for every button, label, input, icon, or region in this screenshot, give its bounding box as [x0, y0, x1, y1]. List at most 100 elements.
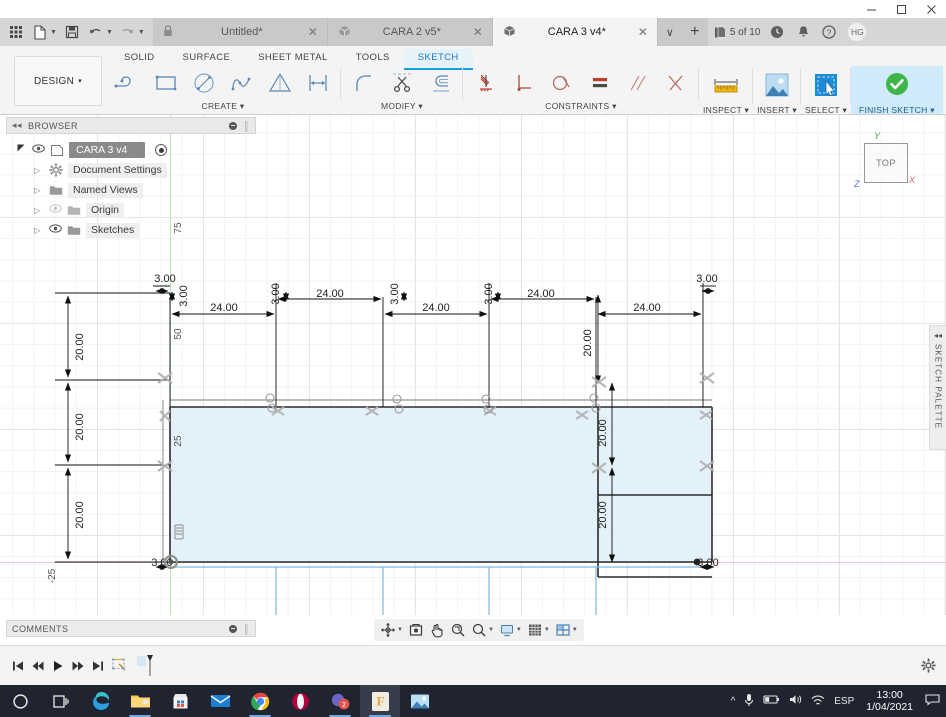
circle-icon[interactable] [185, 66, 223, 100]
sketch-palette-tab[interactable]: ◂◂ SKETCH PALETTE [929, 325, 946, 450]
line-icon[interactable] [109, 66, 147, 100]
new-document-caret-icon[interactable]: ▼ [50, 29, 57, 36]
browser-header[interactable]: ◂◂ BROWSER ║ [6, 117, 256, 134]
browser-item-named-views[interactable]: ▷ Named Views [6, 180, 256, 200]
pan-icon[interactable] [427, 620, 447, 640]
measure-icon[interactable] [706, 66, 746, 104]
sketch-canvas[interactable]: 24.00 24.00 24.00 24.00 24.00 20.00 20.0… [0, 115, 946, 615]
spline-icon[interactable] [223, 66, 261, 100]
tangent-icon[interactable] [543, 66, 581, 100]
slot-icon[interactable] [299, 66, 337, 100]
new-document-icon[interactable] [29, 19, 51, 45]
microphone-icon[interactable] [743, 693, 755, 710]
chevron-down-icon[interactable]: ▼ [516, 627, 522, 633]
zoom-window-icon[interactable] [448, 620, 468, 640]
panel-resize-handle[interactable]: ║ [243, 624, 250, 634]
wifi-icon[interactable] [811, 693, 826, 709]
close-icon[interactable]: ✕ [472, 25, 484, 39]
close-icon[interactable]: ✕ [307, 25, 319, 39]
teams-icon[interactable]: 2 [320, 685, 360, 717]
opera-icon[interactable] [280, 685, 320, 717]
edge-icon[interactable] [80, 685, 120, 717]
job-status-icon[interactable] [765, 18, 789, 46]
grid-snap-icon[interactable]: ▼ [525, 620, 552, 640]
step-back-icon[interactable] [28, 655, 48, 677]
dimension-icon[interactable] [467, 66, 505, 100]
green-check-icon[interactable] [877, 66, 917, 104]
browser-options-icon[interactable] [229, 121, 238, 130]
coincident-icon[interactable] [657, 66, 695, 100]
workspace-selector[interactable]: DESIGN ▾ [14, 56, 102, 106]
parallel-icon[interactable] [619, 66, 657, 100]
bell-icon[interactable] [791, 18, 815, 46]
mail-icon[interactable] [200, 685, 240, 717]
eye-icon[interactable] [32, 144, 45, 156]
clock[interactable]: 13:00 1/04/2021 [862, 689, 917, 713]
play-icon[interactable] [48, 655, 68, 677]
equal-icon[interactable] [581, 66, 619, 100]
expand-triangle-icon[interactable] [16, 143, 27, 157]
close-button[interactable] [916, 0, 946, 18]
perpendicular-icon[interactable] [505, 66, 543, 100]
viewport-layout-icon[interactable]: ▼ [553, 620, 580, 640]
polygon-icon[interactable] [261, 66, 299, 100]
comments-panel[interactable]: COMMENTS ║ [6, 620, 256, 637]
comments-options-icon[interactable] [229, 624, 238, 633]
trim-icon[interactable] [383, 66, 421, 100]
start-icon[interactable] [0, 685, 40, 717]
eye-icon[interactable] [49, 224, 62, 236]
expand-arrow-icon[interactable]: ▷ [34, 166, 44, 175]
sketch-feature-icon[interactable] [108, 655, 134, 677]
show-hidden-icons-icon[interactable]: ^ [731, 696, 736, 707]
skip-to-end-icon[interactable] [88, 655, 108, 677]
undo-caret-icon[interactable]: ▼ [106, 29, 113, 36]
grid-apps-icon[interactable] [5, 19, 27, 45]
new-tab-button[interactable]: + [681, 18, 708, 46]
maximize-button[interactable] [886, 0, 916, 18]
document-tab-cara3[interactable]: CARA 3 v4* ✕ [492, 18, 658, 46]
step-forward-icon[interactable] [68, 655, 88, 677]
look-at-icon[interactable] [406, 620, 426, 640]
rectangle-icon[interactable] [147, 66, 185, 100]
orbit-icon[interactable]: ▼ [378, 620, 405, 640]
display-settings-icon[interactable]: ▼ [497, 620, 524, 640]
tab-overflow-chevron-icon[interactable]: ∨ [657, 18, 682, 46]
photos-icon[interactable] [400, 685, 440, 717]
minimize-button[interactable] [856, 0, 886, 18]
skip-to-start-icon[interactable] [8, 655, 28, 677]
document-tab-untitled[interactable]: Untitled* ✕ [152, 18, 328, 46]
chrome-icon[interactable] [240, 685, 280, 717]
ribbon-group-finish-sketch[interactable]: FINISH SKETCH ▾ [851, 66, 943, 115]
chevron-down-icon[interactable]: ▼ [572, 627, 578, 633]
chevron-down-icon[interactable]: ▼ [544, 627, 550, 633]
volume-icon[interactable] [788, 693, 803, 709]
task-view-icon[interactable] [40, 685, 80, 717]
browser-item-origin[interactable]: ▷ Origin [6, 200, 256, 220]
action-center-icon[interactable] [925, 693, 940, 709]
document-tab-cara2[interactable]: CARA 2 v5* ✕ [327, 18, 493, 46]
avatar[interactable]: HG [847, 22, 868, 42]
browser-item-document-settings[interactable]: ▷ Document Settings [6, 160, 256, 180]
fillet-icon[interactable] [345, 66, 383, 100]
collapse-icon[interactable]: ◂◂ [934, 331, 942, 340]
eye-icon[interactable] [49, 204, 62, 216]
marker-icon[interactable] [134, 654, 156, 677]
microsoft-store-icon[interactable] [160, 685, 200, 717]
timeline-settings-gear-icon[interactable] [918, 655, 938, 677]
chevron-down-icon[interactable]: ▼ [488, 627, 494, 633]
collapse-icon[interactable]: ◂◂ [12, 120, 22, 131]
language-indicator[interactable]: ESP [834, 696, 854, 707]
help-icon[interactable]: ? [817, 18, 841, 46]
browser-item-cara3[interactable]: CARA 3 v4 [6, 140, 256, 160]
view-cube[interactable]: TOP Y X Z [852, 131, 916, 197]
redo-icon[interactable] [117, 19, 139, 45]
expand-arrow-icon[interactable]: ▷ [34, 186, 44, 195]
chevron-down-icon[interactable]: ▼ [397, 627, 403, 633]
activate-radio[interactable] [155, 144, 168, 156]
panel-resize-handle[interactable]: ║ [243, 121, 250, 131]
expand-arrow-icon[interactable]: ▷ [34, 206, 44, 215]
document-count-indicator[interactable]: 5 of 10 [710, 18, 764, 46]
save-icon[interactable] [61, 19, 83, 45]
zoom-icon[interactable]: ▼ [469, 620, 496, 640]
expand-arrow-icon[interactable]: ▷ [34, 226, 44, 235]
